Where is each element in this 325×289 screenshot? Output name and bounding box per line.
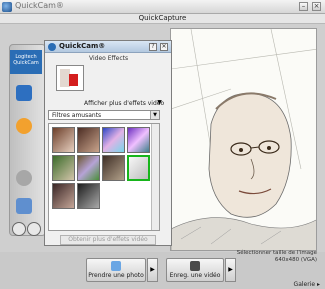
panel-title: QuickCam® [59,42,106,50]
effect-thumbnail[interactable] [52,127,75,153]
capture-mode-icon[interactable] [16,85,32,101]
effect-thumbnail[interactable] [77,127,100,153]
minimize-icon[interactable]: – [299,2,308,11]
logitech-logo: Logitech QuickCam [10,50,42,74]
section-title: Video Effects [89,55,129,62]
chevron-down-icon[interactable]: ▼ [155,99,164,107]
effect-thumbnail[interactable] [102,155,125,181]
brand-line-2: QuickCam [13,60,39,66]
take-photo-label: Prendre une photo [88,272,144,279]
effect-thumbnail[interactable] [102,127,125,153]
effects-grid-scrollbar[interactable] [151,124,159,230]
effect-thumbnail[interactable] [127,127,150,153]
photo-options-arrow[interactable]: ▶ [147,258,158,282]
header-title: QuickCapture [138,14,187,22]
app-icon [2,2,12,12]
quickcam-app: QuickCam® – × QuickCapture Logitech Quic… [0,0,325,289]
triangle-right-icon: ▸ [316,281,320,288]
effect-thumbnail[interactable] [77,183,100,209]
people-icon[interactable] [16,198,32,214]
camera-icon [111,261,121,271]
video-options-arrow[interactable]: ▶ [225,258,236,282]
record-video-button[interactable]: Enreg. une vidéo [166,258,224,282]
dropdown-arrow-icon[interactable]: ▼ [150,111,159,119]
close-icon[interactable]: × [312,2,321,11]
current-effect-thumbnail [56,65,84,91]
show-more-effects-label[interactable]: Afficher plus d'effets vidéo [84,100,164,107]
filter-category-value: Filtres amusants [52,112,102,119]
resolution-value[interactable]: 640x480 (VGA) [275,257,317,263]
record-video-label: Enreg. une vidéo [169,272,221,279]
effects-grid [48,123,160,231]
gallery-label: Galerie [293,281,316,288]
quickcapture-header: QuickCapture [0,14,325,24]
effect-thumbnail[interactable] [52,183,75,209]
tools-icon[interactable] [12,222,26,236]
settings-gear-icon[interactable] [16,170,32,186]
window-title: QuickCam® [15,1,64,10]
effect-thumbnail[interactable] [52,155,75,181]
effects-mask-icon[interactable] [16,118,32,134]
resolution-label: Sélectionner taille de l'image [236,250,317,256]
help-icon[interactable]: ? [149,43,157,51]
gallery-link[interactable]: Galerie ▸ [294,281,320,288]
sketch-effect-image [171,29,316,250]
video-icon [190,261,200,271]
panel-title-bar: QuickCam® ? ✕ [45,41,171,53]
settings-icon[interactable] [27,222,41,236]
filter-category-select[interactable]: Filtres amusants ▼ [48,110,160,120]
window-title-bar: QuickCam® – × [0,0,325,14]
video-preview [170,28,317,251]
effect-thumbnail-selected[interactable] [127,155,150,181]
effect-thumbnail[interactable] [77,155,100,181]
close-icon[interactable]: ✕ [160,43,168,51]
get-more-effects-button[interactable]: Obtenir plus d'effets vidéo [60,235,156,245]
resolution-selector[interactable]: Sélectionner taille de l'image 640x480 (… [237,250,317,264]
take-photo-button[interactable]: Prendre une photo [86,258,146,282]
quickcam-logo-icon [48,43,56,51]
